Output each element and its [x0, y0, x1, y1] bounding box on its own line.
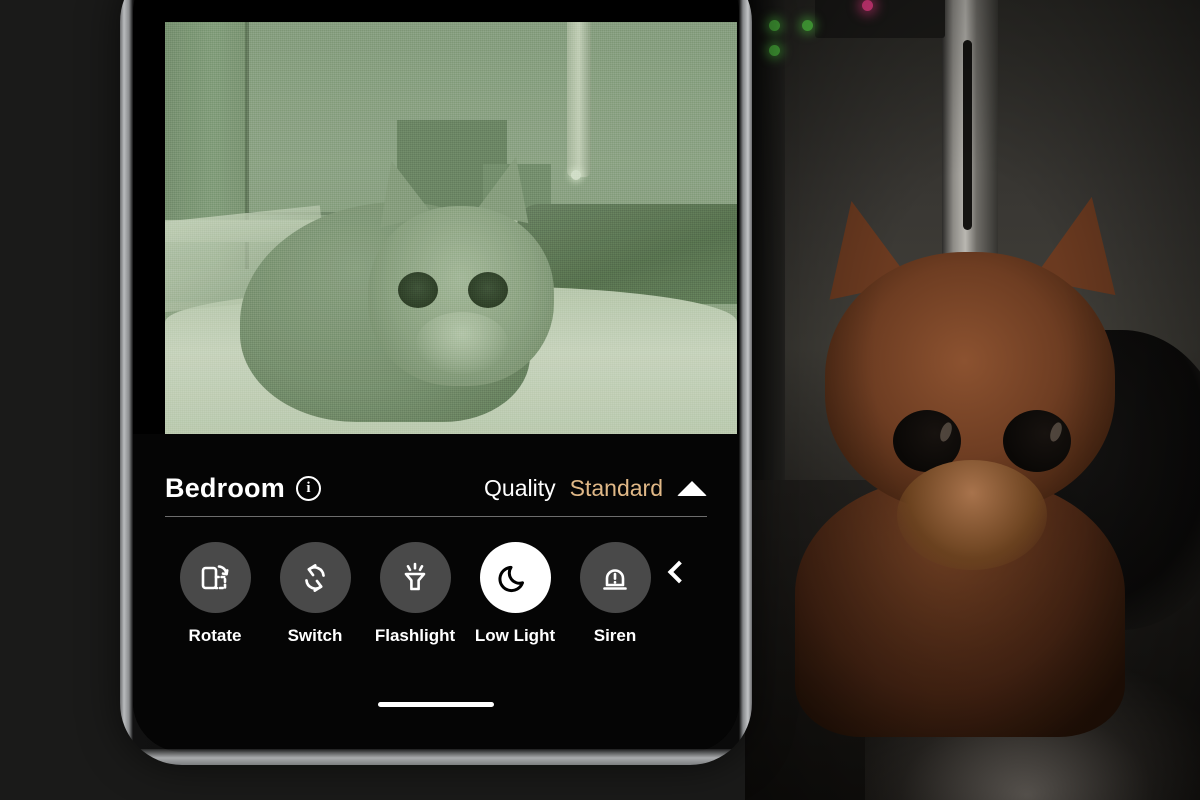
- security-camera-slot: [963, 40, 972, 230]
- action-button-flashlight[interactable]: Flashlight: [365, 542, 465, 646]
- feed-lamp-pole: [567, 22, 591, 177]
- rotate-icon[interactable]: [179, 542, 251, 613]
- action-label: Siren: [593, 626, 637, 645]
- phone-bottom-edge: [126, 749, 746, 765]
- moon-icon[interactable]: [479, 542, 551, 613]
- screenshot-root: Bedroom i Quality Standard Rotate Switch…: [0, 0, 1200, 800]
- real-cat: [795, 188, 1135, 737]
- siren-icon[interactable]: [579, 542, 651, 613]
- phone-screen: Bedroom i Quality Standard Rotate Switch…: [133, 0, 739, 752]
- action-button-rotate[interactable]: Rotate: [165, 542, 265, 646]
- camera-name-label: Bedroom: [165, 472, 285, 503]
- feed-cat-muzzle: [416, 312, 508, 374]
- action-button-row: Rotate Switch Flashlight Low Light Siren: [165, 542, 717, 646]
- cat-eye-glint-right: [1047, 420, 1065, 444]
- info-icon[interactable]: i: [295, 475, 321, 501]
- quality-value[interactable]: Standard: [570, 475, 663, 502]
- cat-muzzle: [897, 460, 1047, 570]
- switch-icon[interactable]: [279, 542, 351, 613]
- action-label: Flashlight: [374, 626, 456, 645]
- status-led-green-2: [769, 45, 780, 56]
- led-indicator-board: [815, 0, 945, 38]
- feed-cat: [240, 150, 640, 434]
- camera-control-panel: Bedroom i Quality Standard Rotate Switch…: [133, 434, 739, 752]
- feed-cat-eye-right: [468, 272, 508, 308]
- feed-cat-eye-left: [398, 272, 438, 308]
- status-led-green-1: [769, 20, 780, 31]
- chevron-left-icon[interactable]: [667, 560, 691, 584]
- camera-feed-video[interactable]: [165, 22, 737, 434]
- quality-label: Quality: [484, 474, 556, 501]
- panel-divider: [165, 516, 707, 517]
- action-label: Switch: [287, 626, 343, 645]
- action-button-siren[interactable]: Siren: [565, 542, 665, 646]
- cat-eye-glint-left: [937, 420, 955, 444]
- home-bar: [378, 702, 494, 707]
- action-label: Low Light: [474, 626, 556, 645]
- cat-eye-right: [1003, 410, 1071, 472]
- status-led-green-3: [802, 20, 813, 31]
- action-label: Rotate: [188, 626, 242, 645]
- night-vision-layer: [165, 22, 737, 434]
- action-button-low-light[interactable]: Low Light: [465, 542, 565, 646]
- panel-header: Bedroom i Quality Standard: [165, 460, 707, 516]
- triangle-up-icon[interactable]: [677, 480, 707, 496]
- background-scene: [745, 0, 1200, 800]
- action-button-switch[interactable]: Switch: [265, 542, 365, 646]
- status-led-pink-1: [862, 0, 873, 11]
- flashlight-icon[interactable]: [379, 542, 451, 613]
- quality-control[interactable]: Quality Standard: [484, 475, 707, 502]
- phone-device: Bedroom i Quality Standard Rotate Switch…: [120, 0, 752, 765]
